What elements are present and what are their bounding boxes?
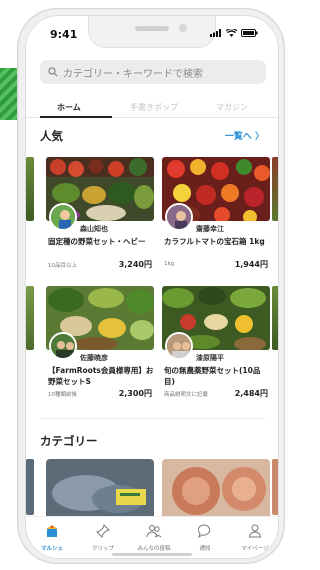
farmer-name: 齋藤幸江 [196,225,224,233]
popular-heading: 人気 [40,129,63,143]
search-bar[interactable]: カテゴリー・キーワードで検索 [40,60,266,84]
nav-item-marche[interactable]: マルシェ [27,523,77,552]
farmer-name: 佐藤暁彦 [80,354,108,362]
farmer-avatar [49,203,77,231]
tab-home[interactable]: ホーム [57,102,81,113]
category-heading: カテゴリー [40,434,98,448]
people-icon [146,525,162,538]
product-title: 【FarmRoots会員様専用】お野菜セットS [48,366,154,386]
wifi-icon [226,29,237,37]
product-title: 旬の無農薬野菜セット(10品目) [164,366,261,386]
category-tile[interactable] [162,459,270,521]
product-price: 1,944円 [234,260,268,269]
nav-label: 通知 [199,546,211,552]
product-unit: 商品説明文に記載 [164,392,209,398]
product-price: 2,484円 [234,389,268,398]
nav-item-clip[interactable]: クリップ [78,523,128,552]
search-icon [48,67,58,77]
tab-magazine[interactable]: マガジン [216,102,248,113]
nav-item-mypage[interactable]: マイページ [230,523,278,552]
product-unit: 10品目以上 [48,263,77,269]
see-all-link[interactable]: 一覧へ 〉 [225,129,264,142]
section-divider [40,418,266,419]
phone-frame: 9:41 カテゴリー・キーワードで検索 ホーム 手書きポップ マガジン 人気 一… [17,8,285,564]
marche-icon [46,525,58,537]
farmer-name: 漆原陽平 [196,354,224,362]
search-placeholder: カテゴリー・キーワードで検索 [63,68,203,80]
battery-icon [241,29,258,37]
offscreen-category-edge [272,459,278,515]
farmer-avatar [49,332,77,360]
product-card[interactable]: 佐藤暁彦 【FarmRoots会員様専用】お野菜セットS 10種類前後 2,30… [46,286,154,402]
nav-item-everyone-posts[interactable]: みんなの投稿 [129,523,179,552]
product-card[interactable]: 齋藤幸江 カラフルトマトの宝石箱 1kg 1kg 1,944円 [162,157,270,273]
offscreen-card-edge [26,157,34,221]
offscreen-card-edge [26,286,34,350]
top-tabs: ホーム 手書きポップ マガジン [26,98,278,118]
nav-item-notifications[interactable]: 通知 [180,523,230,552]
home-indicator [112,553,192,556]
farmer-name: 森山知也 [80,225,108,233]
status-time: 9:41 [50,28,78,41]
app-screen: 9:41 カテゴリー・キーワードで検索 ホーム 手書きポップ マガジン 人気 一… [25,15,279,559]
category-tile[interactable] [46,459,154,521]
product-unit: 1kg [164,261,175,267]
product-title: カラフルトマトの宝石箱 1kg [164,237,265,246]
nav-label: マイページ [241,546,269,552]
offscreen-card-edge [272,286,278,350]
offscreen-category-edge [26,459,34,515]
product-card[interactable]: 森山知也 固定種の野菜セット・ヘビー 10品目以上 3,240円 [46,157,154,273]
pin-icon [96,524,110,538]
chat-bubble-icon [197,524,211,539]
active-tab-indicator [40,116,112,118]
nav-label: みんなの投稿 [137,546,171,552]
tab-handwritten-pop[interactable]: 手書きポップ [130,102,178,113]
status-icons [210,29,258,37]
product-unit: 10種類前後 [48,392,77,398]
product-price: 2,300円 [118,389,152,398]
nav-label: クリップ [91,546,114,552]
product-price: 3,240円 [118,260,152,269]
farmer-avatar [165,203,193,231]
person-icon [248,524,262,538]
farmer-avatar [165,332,193,360]
product-card[interactable]: 漆原陽平 旬の無農薬野菜セット(10品目) 商品説明文に記載 2,484円 [162,286,270,402]
nav-label: マルシェ [40,546,63,552]
offscreen-card-edge [272,157,278,221]
status-bar: 9:41 [26,16,278,48]
product-title: 固定種の野菜セット・ヘビー [48,237,146,246]
signal-icon [210,29,221,37]
